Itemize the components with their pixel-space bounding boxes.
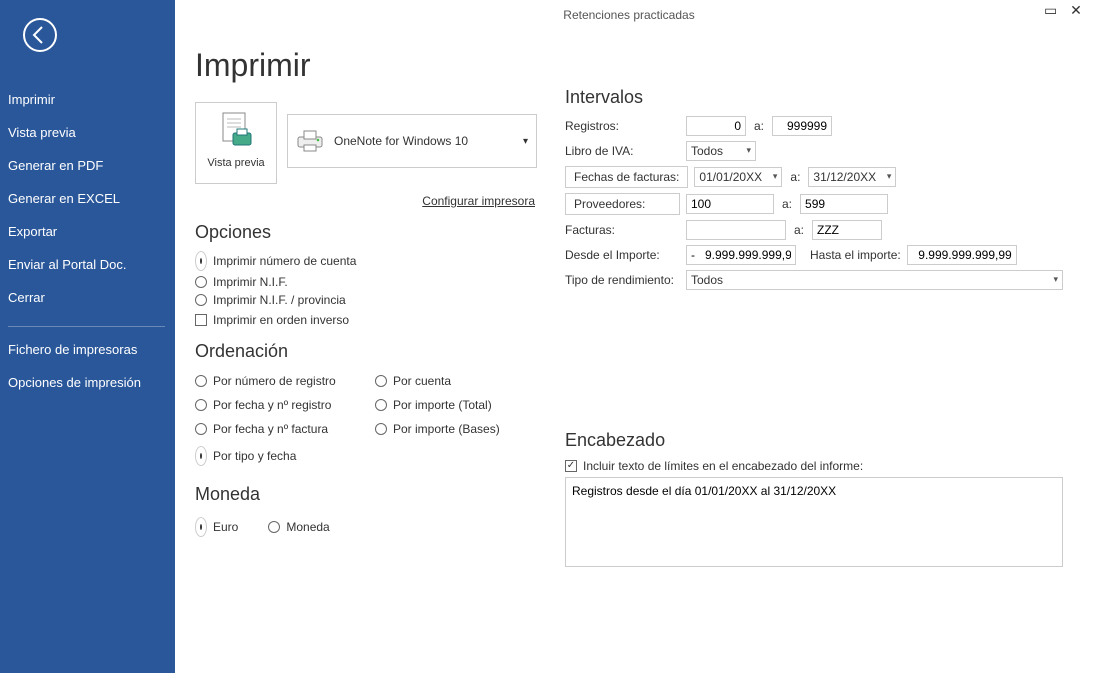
- tipo-rendimiento-label: Tipo de rendimiento:: [565, 273, 680, 287]
- opt-label: Imprimir número de cuenta: [213, 254, 356, 268]
- maximize-icon[interactable]: ▭: [1040, 2, 1062, 19]
- encabezado-heading: Encabezado: [565, 430, 1063, 451]
- radio-importe-total[interactable]: [375, 399, 387, 411]
- opt-label: Imprimir en orden inverso: [213, 313, 349, 327]
- opt-label: Por cuenta: [393, 374, 451, 388]
- proveedores-to-input[interactable]: [800, 194, 888, 214]
- a-label: a:: [792, 223, 806, 237]
- check-incluir-limites[interactable]: ✓: [565, 460, 577, 472]
- radio-num-cuenta[interactable]: [195, 251, 207, 271]
- opciones-heading: Opciones: [195, 222, 545, 243]
- registros-from-input[interactable]: [686, 116, 746, 136]
- ordenacion-heading: Ordenación: [195, 341, 545, 362]
- back-button[interactable]: [22, 17, 58, 53]
- proveedores-from-input[interactable]: [686, 194, 774, 214]
- opt-label: Por fecha y nº factura: [213, 422, 328, 436]
- opt-label: Por fecha y nº registro: [213, 398, 331, 412]
- chevron-down-icon: ▾: [523, 136, 528, 147]
- desde-importe-input[interactable]: [686, 245, 796, 265]
- sidebar-item-cerrar[interactable]: Cerrar: [0, 281, 175, 314]
- chevron-down-icon: ▾: [746, 145, 751, 156]
- vista-previa-label: Vista previa: [207, 157, 264, 169]
- radio-importe-bases[interactable]: [375, 423, 387, 435]
- page-title: Imprimir: [195, 47, 545, 84]
- fecha-to-select[interactable]: 31/12/20XX▾: [808, 167, 896, 187]
- registros-label: Registros:: [565, 119, 680, 133]
- main-content: ▭ ✕ Retenciones practicadas Imprimir Vis…: [175, 0, 1093, 673]
- sidebar-item-exportar[interactable]: Exportar: [0, 215, 175, 248]
- sidebar-item-excel[interactable]: Generar en EXCEL: [0, 182, 175, 215]
- opt-label: Euro: [213, 520, 238, 534]
- check-orden-inverso[interactable]: [195, 314, 207, 326]
- opt-label: Por importe (Bases): [393, 422, 500, 436]
- radio-num-registro[interactable]: [195, 375, 207, 387]
- divider: [8, 326, 165, 327]
- facturas-label: Facturas:: [565, 223, 680, 237]
- libro-iva-select[interactable]: Todos▾: [686, 141, 756, 161]
- radio-euro[interactable]: [195, 517, 207, 537]
- radio-fecha-factura[interactable]: [195, 423, 207, 435]
- sidebar-item-opciones-impresion[interactable]: Opciones de impresión: [0, 366, 175, 399]
- check-label: Incluir texto de límites en el encabezad…: [583, 459, 863, 473]
- a-label: a:: [788, 170, 802, 184]
- intervalos-heading: Intervalos: [565, 87, 1063, 108]
- opt-label: Imprimir N.I.F.: [213, 275, 288, 289]
- registros-to-input[interactable]: [772, 116, 832, 136]
- sidebar-item-pdf[interactable]: Generar en PDF: [0, 149, 175, 182]
- facturas-from-input[interactable]: [686, 220, 786, 240]
- moneda-heading: Moneda: [195, 484, 545, 505]
- radio-tipo-fecha[interactable]: [195, 446, 207, 466]
- printer-selector[interactable]: OneNote for Windows 10 ▾: [287, 114, 537, 168]
- hasta-importe-label: Hasta el importe:: [810, 248, 901, 262]
- desde-importe-label: Desde el Importe:: [565, 248, 680, 262]
- tipo-rendimiento-select[interactable]: Todos▾: [686, 270, 1063, 290]
- fechas-facturas-button[interactable]: Fechas de facturas:: [565, 166, 688, 188]
- proveedores-button[interactable]: Proveedores:: [565, 193, 680, 215]
- facturas-to-input[interactable]: [812, 220, 882, 240]
- a-label: a:: [780, 197, 794, 211]
- close-icon[interactable]: ✕: [1065, 2, 1087, 19]
- vista-previa-button[interactable]: Vista previa: [195, 102, 277, 184]
- opt-label: Por número de registro: [213, 374, 336, 388]
- sidebar: Imprimir Vista previa Generar en PDF Gen…: [0, 0, 175, 673]
- radio-nif-provincia[interactable]: [195, 294, 207, 306]
- opt-label: Moneda: [286, 520, 329, 534]
- encabezado-textarea[interactable]: [565, 477, 1063, 567]
- chevron-down-icon: ▾: [887, 171, 892, 182]
- chevron-down-icon: ▾: [773, 171, 778, 182]
- document-printer-icon: [217, 111, 255, 153]
- sidebar-item-fichero-impresoras[interactable]: Fichero de impresoras: [0, 333, 175, 366]
- opt-label: Por importe (Total): [393, 398, 492, 412]
- sidebar-item-enviar[interactable]: Enviar al Portal Doc.: [0, 248, 175, 281]
- radio-nif[interactable]: [195, 276, 207, 288]
- radio-cuenta[interactable]: [375, 375, 387, 387]
- a-label: a:: [752, 119, 766, 133]
- radio-fecha-registro[interactable]: [195, 399, 207, 411]
- sidebar-item-vista-previa[interactable]: Vista previa: [0, 116, 175, 149]
- chevron-down-icon: ▾: [1053, 274, 1058, 285]
- configurar-impresora-link[interactable]: Configurar impresora: [195, 194, 535, 208]
- sidebar-item-imprimir[interactable]: Imprimir: [0, 83, 175, 116]
- radio-moneda[interactable]: [268, 521, 280, 533]
- opt-label: Imprimir N.I.F. / provincia: [213, 293, 346, 307]
- printer-name: OneNote for Windows 10: [334, 134, 468, 148]
- window-controls: ▭ ✕: [1040, 2, 1087, 19]
- libro-iva-label: Libro de IVA:: [565, 144, 680, 158]
- hasta-importe-input[interactable]: [907, 245, 1017, 265]
- printer-icon: [296, 129, 324, 153]
- window-title: Retenciones practicadas: [195, 0, 1063, 22]
- fecha-from-select[interactable]: 01/01/20XX▾: [694, 167, 782, 187]
- opt-label: Por tipo y fecha: [213, 449, 296, 463]
